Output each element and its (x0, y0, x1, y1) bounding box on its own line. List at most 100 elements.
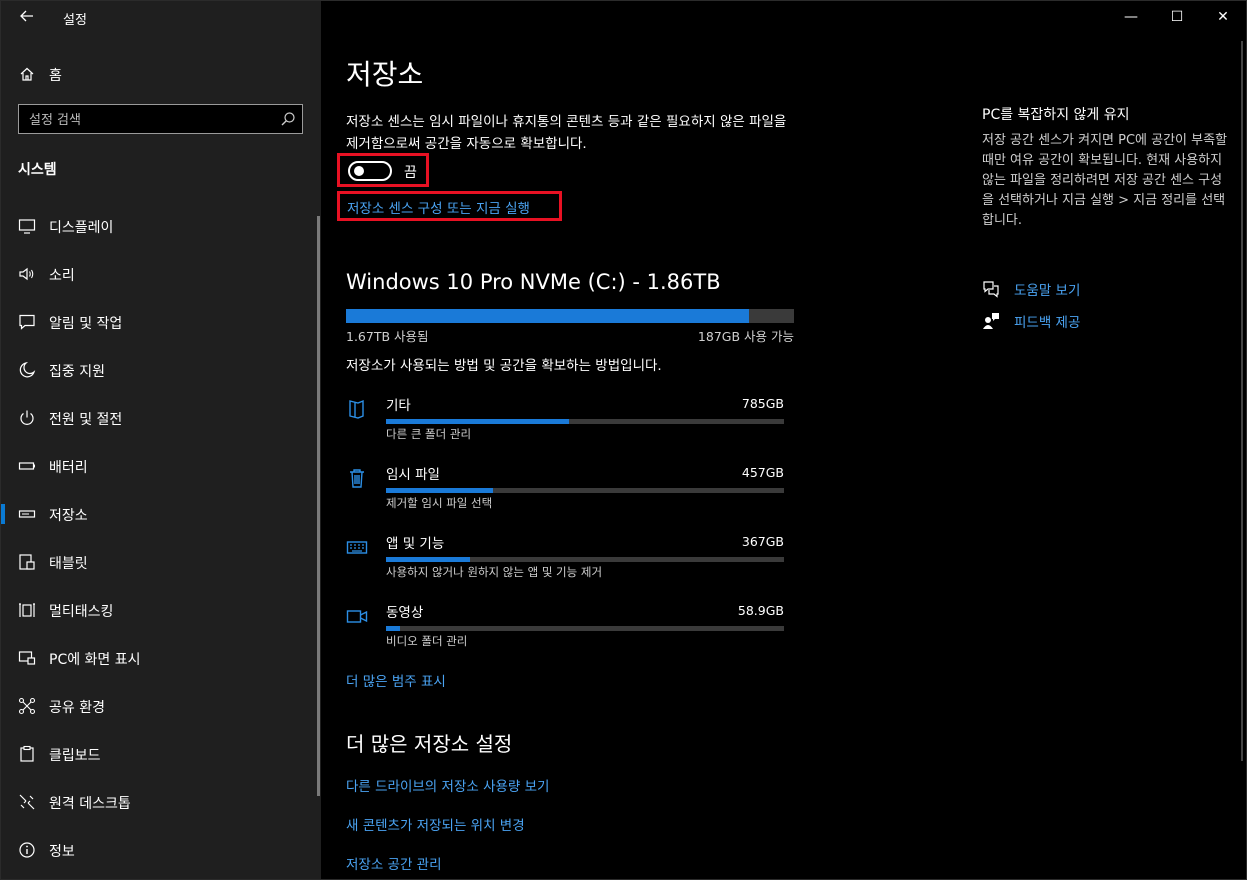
category-bar-fill (386, 419, 570, 424)
storage-icon (18, 510, 36, 518)
home-icon (20, 67, 34, 81)
category-size: 457GB (741, 465, 784, 480)
sidebar-item-label: 배터리 (49, 460, 88, 476)
folder-icon (349, 399, 364, 419)
get-help[interactable]: 도움말 보기 (982, 278, 1232, 300)
manage-storage-spaces-link[interactable]: 저장소 공간 관리 (346, 853, 442, 873)
category-subtext: 사용하지 않거나 원하지 않는 앱 및 기능 제거 (386, 565, 603, 579)
back-button[interactable] (11, 5, 43, 31)
main-content: 저장소 저장소 센스는 임시 파일이나 휴지통의 콘텐츠 등과 같은 필요하지 … (322, 1, 1241, 879)
sidebar-item-label: 원격 데스크톱 (49, 796, 131, 812)
give-feedback-link[interactable]: 피드백 제공 (1014, 311, 1080, 331)
home-nav[interactable]: 홈 (1, 61, 321, 89)
sidebar-item-tablet[interactable]: 태블릿 (1, 542, 317, 582)
speaker-icon (19, 267, 34, 281)
search-input[interactable] (27, 109, 271, 131)
sidebar-item-label: 전원 및 절전 (49, 412, 123, 428)
page-title: 저장소 (346, 58, 424, 91)
category-name: 앱 및 기능 (386, 536, 445, 552)
sidebar-item-clipboard[interactable]: 클립보드 (1, 734, 317, 774)
sidebar-item-focus-assist[interactable]: 집중 지원 (1, 350, 317, 390)
project-icon (18, 651, 36, 665)
sidebar-item-remote-desktop[interactable]: 원격 데스크톱 (1, 782, 317, 822)
storage-sense-description: 저장소 센스는 임시 파일이나 휴지통의 콘텐츠 등과 같은 필요하지 않은 파… (346, 114, 787, 152)
category-subtext: 다른 큰 폴더 관리 (386, 427, 472, 441)
aside-title: PC를 복잡하지 않게 유지 (982, 107, 1130, 123)
more-settings-title: 더 많은 저장소 설정 (346, 732, 513, 756)
category-size: 785GB (741, 396, 784, 411)
category-size: 367GB (741, 534, 784, 549)
sidebar-item-label: 집중 지원 (49, 364, 105, 380)
clipboard-icon (20, 745, 34, 762)
category-bar (386, 626, 784, 631)
sidebar-item-notifications[interactable]: 알림 및 작업 (1, 302, 317, 342)
settings-search[interactable] (18, 104, 303, 134)
drive-free-label: 187GB 사용 가능 (697, 329, 794, 344)
toggle-knob (354, 166, 364, 176)
video-icon (346, 610, 368, 623)
section-title: 시스템 (18, 162, 57, 178)
drive-usage-bar (346, 309, 794, 323)
trash-icon (350, 469, 364, 488)
home-label: 홈 (49, 68, 62, 84)
sidebar-item-display[interactable]: 디스플레이 (1, 206, 317, 246)
category-other[interactable]: 기타 785GB 다른 큰 폴더 관리 (342, 394, 788, 454)
keyboard-icon (346, 541, 368, 554)
active-indicator (1, 504, 5, 524)
sidebar-item-multitasking[interactable]: 멀티태스킹 (1, 590, 317, 630)
sidebar-item-label: 알림 및 작업 (49, 316, 123, 332)
sidebar-item-sound[interactable]: 소리 (1, 254, 317, 294)
settings-window: 설정 홈 시스템 디스플레이 소리 알림 및 작업 집중 지원 전원 (0, 0, 1247, 880)
sidebar-item-power[interactable]: 전원 및 절전 (1, 398, 317, 438)
power-icon (20, 410, 34, 425)
toggle-highlight-box: 끔 (337, 153, 429, 187)
category-name: 임시 파일 (386, 467, 440, 483)
sidebar-item-label: 태블릿 (49, 556, 88, 572)
category-bar (386, 488, 784, 493)
configure-storage-sense-link[interactable]: 저장소 센스 구성 또는 지금 실행 (347, 197, 530, 217)
change-save-location-link[interactable]: 새 콘텐츠가 저장되는 위치 변경 (346, 814, 525, 834)
view-other-drives-link[interactable]: 다른 드라이브의 저장소 사용량 보기 (346, 775, 549, 795)
search-icon[interactable] (280, 111, 296, 127)
sidebar-item-storage[interactable]: 저장소 (1, 494, 317, 534)
sidebar-scrollbar[interactable] (317, 216, 320, 796)
sidebar-item-project[interactable]: PC에 화면 표시 (1, 638, 317, 678)
sidebar-item-label: 저장소 (49, 508, 88, 524)
give-feedback[interactable]: 피드백 제공 (982, 310, 1232, 332)
battery-icon (18, 462, 35, 470)
sidebar-item-label: 정보 (49, 844, 75, 860)
get-help-link[interactable]: 도움말 보기 (1014, 279, 1080, 299)
sidebar-item-label: 디스플레이 (49, 220, 114, 236)
main-scrollbar[interactable] (1241, 41, 1243, 761)
usage-description: 저장소가 사용되는 방법 및 공간을 확보하는 방법입니다. (346, 358, 662, 374)
sidebar-item-about[interactable]: 정보 (1, 830, 317, 870)
tablet-icon (19, 554, 35, 570)
category-size: 58.9GB (737, 603, 784, 618)
notification-icon (19, 314, 35, 330)
share-icon (18, 697, 36, 715)
category-subtext: 제거할 임시 파일 선택 (386, 496, 493, 510)
category-name: 기타 (386, 398, 411, 414)
drive-used-label: 1.67TB 사용됨 (346, 329, 429, 344)
storage-sense-toggle[interactable] (348, 161, 392, 181)
category-bar (386, 557, 784, 562)
info-icon (19, 842, 35, 858)
category-subtext: 비디오 폴더 관리 (386, 634, 468, 648)
category-videos[interactable]: 동영상 58.9GB 비디오 폴더 관리 (342, 601, 788, 661)
sidebar-item-shared-experiences[interactable]: 공유 환경 (1, 686, 317, 726)
drive-title: Windows 10 Pro NVMe (C:) - 1.86TB (346, 270, 721, 294)
help-chat-icon (983, 281, 999, 298)
show-more-categories-link[interactable]: 더 많은 범주 표시 (346, 670, 446, 690)
category-name: 동영상 (386, 605, 424, 621)
category-temp-files[interactable]: 임시 파일 457GB 제거할 임시 파일 선택 (342, 463, 788, 523)
category-apps[interactable]: 앱 및 기능 367GB 사용하지 않거나 원하지 않는 앱 및 기능 제거 (342, 532, 788, 592)
sidebar-item-label: 클립보드 (49, 748, 101, 764)
moon-icon (19, 361, 36, 378)
category-bar-fill (386, 488, 494, 493)
app-title: 설정 (63, 13, 87, 28)
toggle-state-label: 끔 (404, 165, 417, 181)
sidebar-item-label: 멀티태스킹 (49, 604, 114, 620)
feedback-icon (983, 313, 999, 329)
category-bar-fill (386, 557, 470, 562)
sidebar-item-battery[interactable]: 배터리 (1, 446, 317, 486)
